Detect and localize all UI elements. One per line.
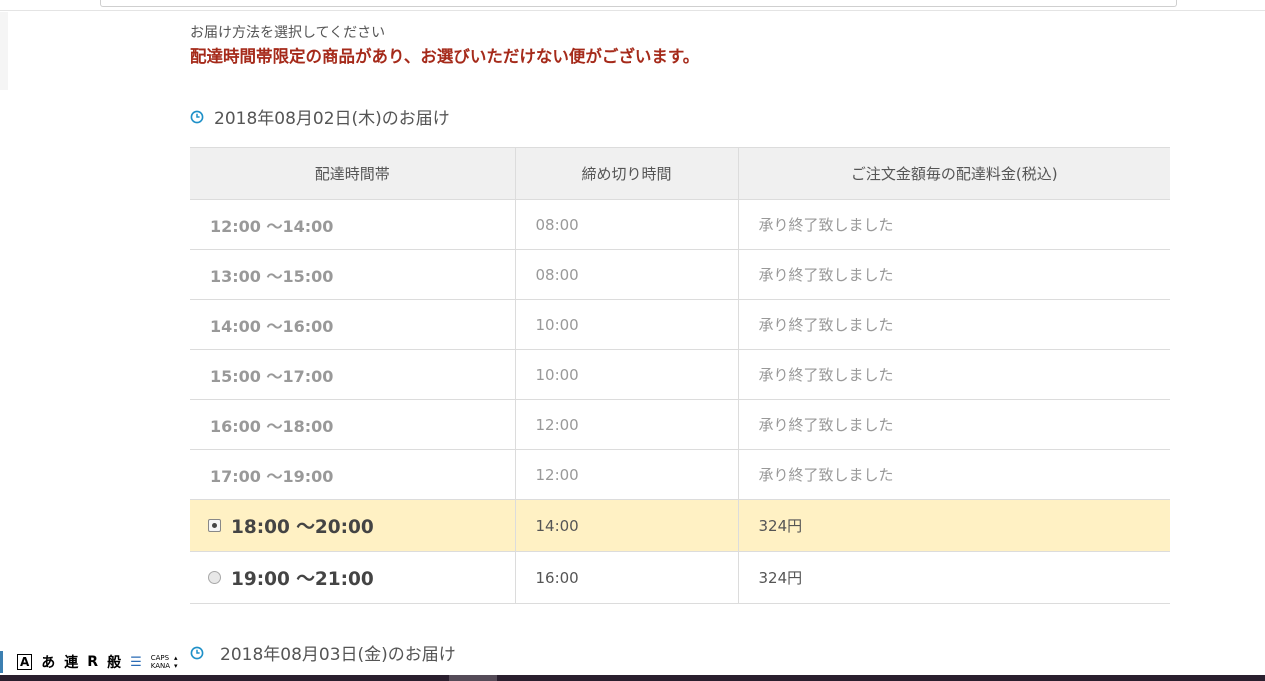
browser-address-bar-edge xyxy=(100,0,1177,7)
column-header-fee: ご注文金額毎の配達料金(税込) xyxy=(737,147,1170,200)
delivery-fee: 承り終了致しました xyxy=(737,299,1170,350)
delivery-fee: 324円 xyxy=(737,551,1170,604)
delivery-date-heading-next: 2018年08月03日(金)のお届け xyxy=(190,640,456,665)
deadline: 14:00 xyxy=(514,499,738,552)
deadline: 12:00 xyxy=(514,449,738,500)
left-panel-stub xyxy=(0,12,8,90)
ime-dictionary-button[interactable]: 般 xyxy=(107,652,121,672)
delivery-date-label: 2018年08月03日(金)のお届け xyxy=(220,645,456,665)
deadline: 16:00 xyxy=(514,551,738,604)
ime-list-icon[interactable]: ☰ xyxy=(130,655,142,670)
top-divider xyxy=(0,10,1265,11)
time-slot: 17:00 〜19:00 xyxy=(190,449,515,500)
time-slot: 12:00 〜14:00 xyxy=(190,199,515,250)
deadline: 08:00 xyxy=(514,199,738,250)
clock-icon xyxy=(190,646,204,660)
table-header-row: 配達時間帯 締め切り時間 ご注文金額毎の配達料金(税込) xyxy=(190,147,1170,200)
taskbar-item[interactable] xyxy=(449,675,497,681)
time-slot: 16:00 〜18:00 xyxy=(190,399,515,450)
delivery-fee: 承り終了致しました xyxy=(737,449,1170,500)
table-row: 14:00 〜16:00 10:00 承り終了致しました xyxy=(190,299,1170,350)
column-header-deadline: 締め切り時間 xyxy=(514,147,738,200)
table-row: 16:00 〜18:00 12:00 承り終了致しました xyxy=(190,399,1170,450)
ime-toolbar: A あ 連 R 般 ☰ CAPS KANA ▴ ▾ xyxy=(0,649,190,675)
table-row: 17:00 〜19:00 12:00 承り終了致しました xyxy=(190,449,1170,500)
table-row: 15:00 〜17:00 10:00 承り終了致しました xyxy=(190,349,1170,400)
delivery-date-heading: 2018年08月02日(木)のお届け xyxy=(190,104,450,129)
ime-input-mode-button[interactable]: あ xyxy=(41,652,55,672)
kana-label: KANA xyxy=(150,662,171,670)
ime-options-arrow-icon[interactable]: ▴ ▾ xyxy=(174,654,178,670)
clock-icon xyxy=(190,110,204,124)
slot-radio-selected[interactable] xyxy=(208,519,221,532)
ime-caps-kana-status: CAPS KANA xyxy=(151,654,170,670)
delivery-fee: 承り終了致しました xyxy=(737,199,1170,250)
ime-r-button[interactable]: R xyxy=(87,654,98,670)
time-slot: 19:00 〜21:00 xyxy=(231,568,374,590)
taskbar xyxy=(0,675,1265,681)
time-slot-cell[interactable]: 19:00 〜21:00 xyxy=(190,551,515,604)
table-row-available[interactable]: 19:00 〜21:00 16:00 324円 xyxy=(190,551,1170,604)
deadline: 10:00 xyxy=(514,349,738,400)
delivery-fee: 承り終了致しました xyxy=(737,349,1170,400)
time-slot: 14:00 〜16:00 xyxy=(190,299,515,350)
column-header-slot: 配達時間帯 xyxy=(190,147,515,200)
ime-toolbar-edge xyxy=(0,651,3,673)
table-row: 12:00 〜14:00 08:00 承り終了致しました xyxy=(190,199,1170,250)
delivery-date-label: 2018年08月02日(木)のお届け xyxy=(214,109,450,129)
table-row: 13:00 〜15:00 08:00 承り終了致しました xyxy=(190,249,1170,300)
time-slot-cell[interactable]: 18:00 〜20:00 xyxy=(190,499,515,552)
delivery-fee: 承り終了致しました xyxy=(737,249,1170,300)
caps-label: CAPS xyxy=(150,654,170,662)
delivery-method-instruction: お届け方法を選択してください xyxy=(190,25,386,41)
ime-conversion-button[interactable]: 連 xyxy=(64,652,78,672)
delivery-slot-table: 配達時間帯 締め切り時間 ご注文金額毎の配達料金(税込) 12:00 〜14:0… xyxy=(190,147,1170,604)
time-slot: 15:00 〜17:00 xyxy=(190,349,515,400)
time-slot: 18:00 〜20:00 xyxy=(231,516,374,538)
slot-radio[interactable] xyxy=(208,571,221,584)
deadline: 12:00 xyxy=(514,399,738,450)
delivery-fee: 承り終了致しました xyxy=(737,399,1170,450)
ime-pen-icon[interactable]: A xyxy=(17,654,33,670)
restricted-items-warning: 配達時間帯限定の商品があり、お選びいただけない便がございます。 xyxy=(190,47,700,66)
deadline: 10:00 xyxy=(514,299,738,350)
deadline: 08:00 xyxy=(514,249,738,300)
table-row-selected[interactable]: 18:00 〜20:00 14:00 324円 xyxy=(190,499,1170,552)
delivery-fee: 324円 xyxy=(737,499,1170,552)
time-slot: 13:00 〜15:00 xyxy=(190,249,515,300)
